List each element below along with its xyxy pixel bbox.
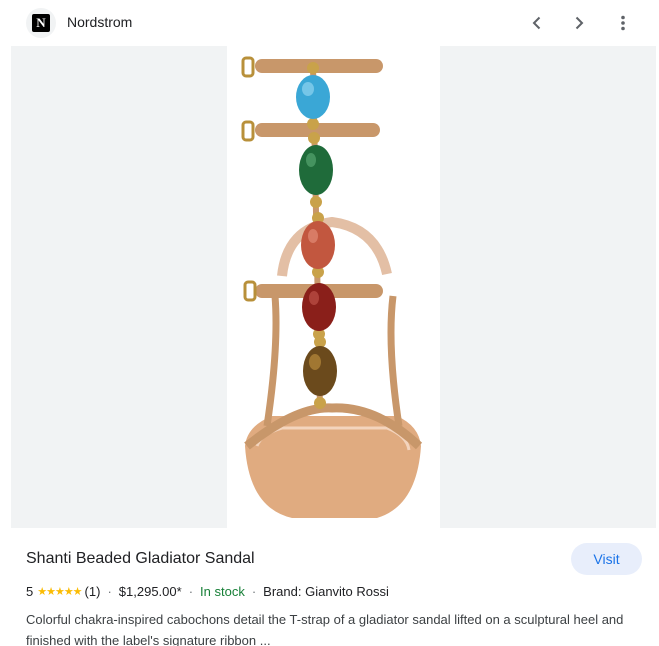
product-image-area[interactable] [11,46,656,528]
chevron-right-icon [575,16,584,30]
visit-button[interactable]: Visit [571,543,642,575]
next-button[interactable] [563,7,595,39]
nordstrom-logo-icon: N [32,14,50,32]
star-rating-icon: ★★★★★ [37,586,82,598]
chevron-left-icon [532,16,541,30]
product-title[interactable]: Shanti Beaded Gladiator Sandal [26,550,255,568]
separator: · [251,584,257,599]
rating-value: 5 [26,584,34,599]
site-name[interactable]: Nordstrom [67,14,132,30]
product-meta: 5 ★★★★★ (1) · $1,295.00* · In stock · Br… [26,584,389,599]
site-logo[interactable]: N [26,8,56,38]
review-count: (1) [84,584,101,599]
product-description: Colorful chakra-inspired cabochons detai… [26,612,624,646]
previous-button[interactable] [521,7,553,39]
price: $1,295.00* [118,584,182,599]
header: N Nordstrom [0,0,659,46]
stock-status: In stock [200,584,245,599]
separator: · [107,584,112,599]
product-image[interactable] [227,46,440,528]
brand: Brand: Gianvito Rossi [263,584,389,599]
more-options-button[interactable] [607,7,639,39]
sandal-illustration [241,56,423,518]
separator: · [188,584,194,599]
more-vert-icon [621,15,625,31]
